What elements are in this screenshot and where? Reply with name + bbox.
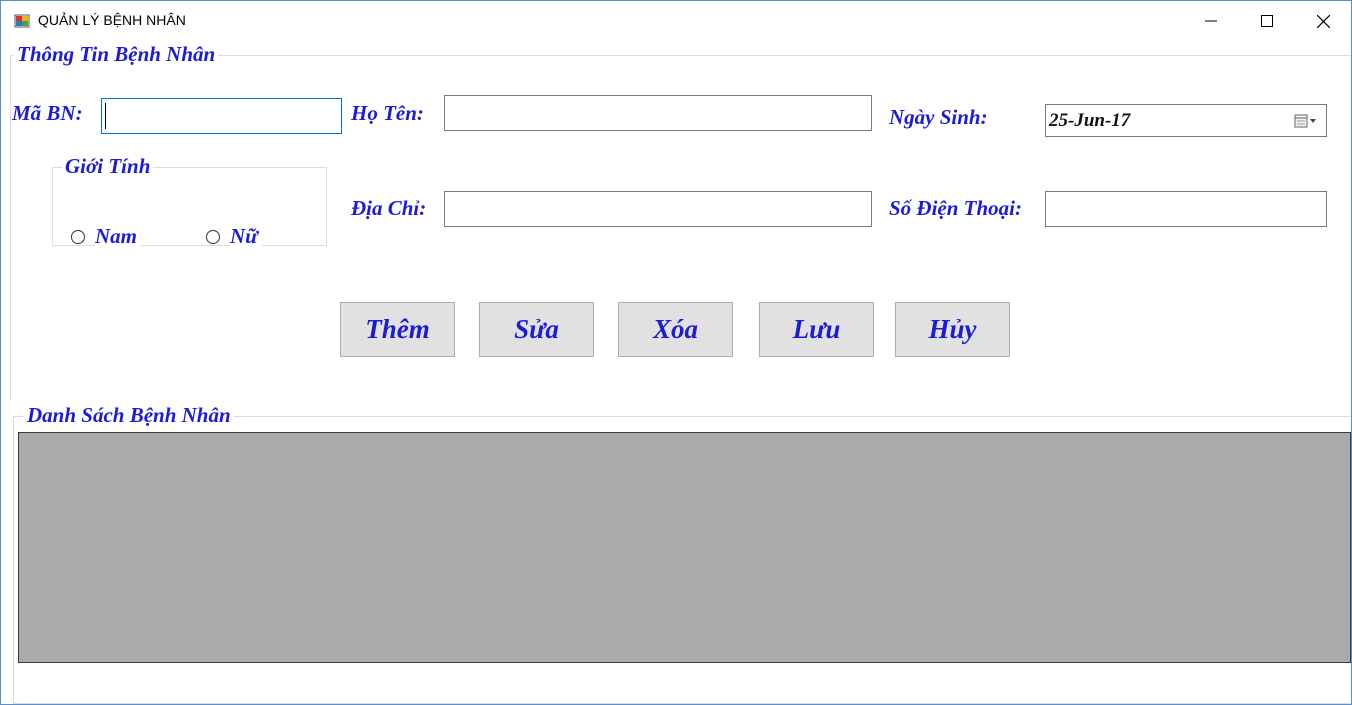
edit-button[interactable]: Sửa: [479, 302, 594, 357]
maximize-icon: [1261, 15, 1273, 27]
ma-bn-input[interactable]: [101, 98, 342, 134]
so-dien-thoai-input[interactable]: [1045, 191, 1327, 227]
calendar-dropdown-icon[interactable]: [1294, 113, 1318, 129]
gender-label-nam[interactable]: Nam: [95, 224, 141, 248]
ma-bn-label: Mã BN:: [12, 101, 83, 125]
save-button[interactable]: Lưu: [759, 302, 874, 357]
ngay-sinh-datepicker[interactable]: 25-Jun-17: [1045, 104, 1327, 137]
gender-group-legend: Giới Tính: [62, 154, 154, 178]
title-bar[interactable]: QUẢN LÝ BỆNH NHÂN: [1, 1, 1351, 41]
close-icon: [1316, 14, 1330, 28]
maximize-button[interactable]: [1239, 1, 1295, 41]
cancel-button[interactable]: Hủy: [895, 302, 1010, 357]
ngay-sinh-label: Ngày Sinh:: [889, 105, 988, 129]
dia-chi-input[interactable]: [444, 191, 872, 227]
ho-ten-input[interactable]: [444, 95, 872, 131]
minimize-button[interactable]: [1183, 1, 1239, 41]
gender-group-box: [52, 167, 327, 246]
gender-radio-nam[interactable]: [71, 230, 85, 244]
text-caret: [105, 103, 106, 129]
info-group-legend: Thông Tin Bệnh Nhân: [14, 42, 219, 66]
window-title: QUẢN LÝ BỆNH NHÂN: [38, 12, 186, 28]
add-button[interactable]: Thêm: [340, 302, 455, 357]
gender-radio-nu[interactable]: [206, 230, 220, 244]
so-dien-thoai-label: Số Điện Thoại:: [889, 196, 1023, 220]
patient-data-grid[interactable]: [18, 432, 1351, 663]
app-icon: [14, 14, 30, 28]
list-group-legend: Danh Sách Bệnh Nhân: [24, 403, 234, 427]
delete-button[interactable]: Xóa: [618, 302, 733, 357]
dia-chi-label: Địa Chỉ:: [351, 196, 427, 220]
gender-label-nu[interactable]: Nữ: [230, 224, 262, 248]
close-button[interactable]: [1295, 1, 1351, 41]
ngay-sinh-value: 25-Jun-17: [1049, 110, 1131, 131]
ho-ten-label: Họ Tên:: [351, 101, 424, 125]
main-window: QUẢN LÝ BỆNH NHÂN Thông Tin Bệnh Nhân Mã…: [0, 0, 1352, 705]
minimize-icon: [1205, 20, 1217, 22]
